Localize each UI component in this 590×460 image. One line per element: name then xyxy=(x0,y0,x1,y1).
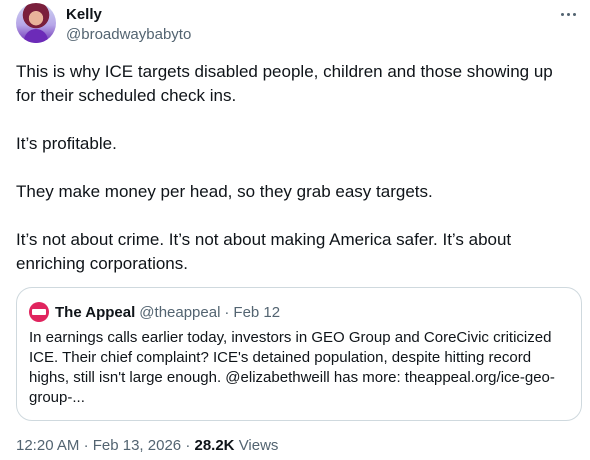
tweet-paragraph: This is why ICE targets disabled people,… xyxy=(16,62,553,105)
tweet-paragraph: They make money per head, so they grab e… xyxy=(16,182,433,201)
views-count: 28.2K xyxy=(194,437,235,454)
the-appeal-logo-icon xyxy=(32,309,46,315)
tweet-body: This is why ICE targets disabled people,… xyxy=(16,60,576,276)
quoted-tweet-text: In earnings calls earlier today, investo… xyxy=(29,329,555,406)
tweet-card: Kelly @broadwaybabyto This is why ICE ta… xyxy=(0,0,590,460)
more-horizontal-icon-dot xyxy=(572,12,576,16)
quoted-author-display-name[interactable]: The Appeal xyxy=(55,304,135,321)
meta-separator: · xyxy=(83,437,89,454)
quoted-tweet[interactable]: The Appeal @theappeal · Feb 12 In earnin… xyxy=(16,287,582,421)
quoted-tweet-date[interactable]: Feb 12 xyxy=(233,304,280,321)
tweet-meta: 12:20 AM · Feb 13, 2026 · 28.2K Views xyxy=(16,437,278,454)
tweet-time[interactable]: 12:20 AM xyxy=(16,437,79,454)
quoted-separator: · xyxy=(224,303,230,321)
more-options-button[interactable] xyxy=(556,4,580,24)
quoted-tweet-header: The Appeal @theappeal · Feb 12 xyxy=(29,302,280,322)
tweet-paragraph: It’s profitable. xyxy=(16,134,117,153)
quoted-author-avatar[interactable] xyxy=(29,302,49,322)
author-display-name[interactable]: Kelly xyxy=(66,6,102,23)
tweet-paragraph: It’s not about crime. It’s not about mak… xyxy=(16,230,512,273)
views-label: Views xyxy=(238,437,279,454)
avatar-figure xyxy=(24,29,48,43)
author-handle[interactable]: @broadwaybabyto xyxy=(66,26,191,43)
tweet-date[interactable]: Feb 13, 2026 xyxy=(93,437,181,454)
meta-separator: · xyxy=(185,437,191,454)
more-horizontal-icon-dot xyxy=(566,12,570,16)
quoted-author-handle[interactable]: @theappeal xyxy=(139,304,220,321)
author-avatar[interactable] xyxy=(16,3,56,43)
more-horizontal-icon xyxy=(560,12,564,16)
